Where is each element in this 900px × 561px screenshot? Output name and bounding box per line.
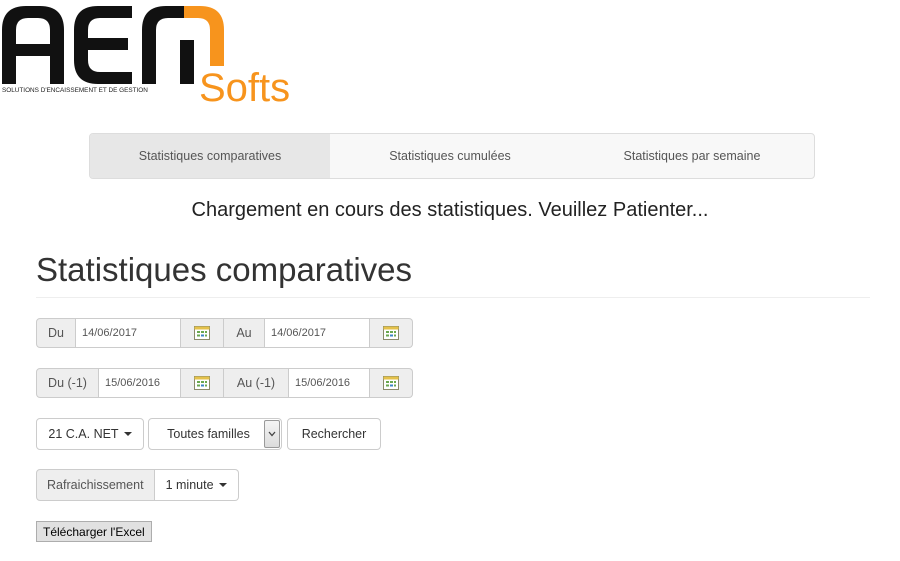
refresh-interval-dropdown[interactable]: 1 minute xyxy=(154,469,239,501)
download-excel-button[interactable]: Télécharger l'Excel xyxy=(36,521,152,542)
logo-tagline: SOLUTIONS D'ENCAISSEMENT ET DE GESTION xyxy=(2,87,148,94)
refresh-group: Rafraichissement 1 minute xyxy=(36,469,239,501)
logo-softs-text: Softs xyxy=(199,66,291,110)
tab-statistiques-par-semaine[interactable]: Statistiques par semaine xyxy=(570,134,814,178)
caret-down-icon xyxy=(123,432,132,436)
from-calendar-button[interactable] xyxy=(181,318,224,348)
page-title: Statistiques comparatives xyxy=(36,251,413,288)
to-label: Au xyxy=(224,318,265,348)
prev-from-date-input[interactable]: 15/06/2016 xyxy=(99,368,181,398)
calendar-icon xyxy=(194,376,210,390)
heading-divider xyxy=(36,297,870,298)
prev-from-calendar-button[interactable] xyxy=(181,368,224,398)
calendar-icon xyxy=(194,326,210,340)
family-select-value: Toutes familles xyxy=(167,427,250,441)
to-date-input[interactable]: 14/06/2017 xyxy=(265,318,370,348)
date-range-group: Du 14/06/2017 Au 14/06/2017 xyxy=(36,318,413,348)
aem-softs-logo: SOLUTIONS D'ENCAISSEMENT ET DE GESTION S… xyxy=(0,0,290,112)
from-date-input[interactable]: 14/06/2017 xyxy=(76,318,181,348)
chevron-down-icon xyxy=(268,431,276,437)
calendar-icon xyxy=(383,376,399,390)
from-label: Du xyxy=(36,318,76,348)
loading-message: Chargement en cours des statistiques. Ve… xyxy=(191,199,709,221)
select-arrow-icon[interactable] xyxy=(264,420,280,448)
tab-statistiques-cumulees[interactable]: Statistiques cumulées xyxy=(330,134,570,178)
prev-to-date-input[interactable]: 15/06/2016 xyxy=(289,368,370,398)
prev-from-label: Du (-1) xyxy=(36,368,99,398)
prev-to-calendar-button[interactable] xyxy=(370,368,413,398)
prev-date-range-group: Du (-1) 15/06/2016 Au (-1) 15/06/2016 xyxy=(36,368,413,398)
metric-dropdown-button[interactable]: 21 C.A. NET xyxy=(36,418,144,450)
caret-down-icon xyxy=(218,483,227,487)
search-button[interactable]: Rechercher xyxy=(287,418,381,450)
prev-to-label: Au (-1) xyxy=(224,368,289,398)
refresh-label: Rafraichissement xyxy=(36,469,155,501)
tab-statistiques-comparatives[interactable]: Statistiques comparatives xyxy=(90,134,330,178)
to-calendar-button[interactable] xyxy=(370,318,413,348)
calendar-icon xyxy=(383,326,399,340)
metric-dropdown-label: 21 C.A. NET xyxy=(48,427,119,441)
stats-tab-bar: Statistiques comparatives Statistiques c… xyxy=(89,133,815,179)
refresh-interval-value: 1 minute xyxy=(165,478,214,492)
family-select[interactable]: Toutes familles xyxy=(148,418,282,450)
